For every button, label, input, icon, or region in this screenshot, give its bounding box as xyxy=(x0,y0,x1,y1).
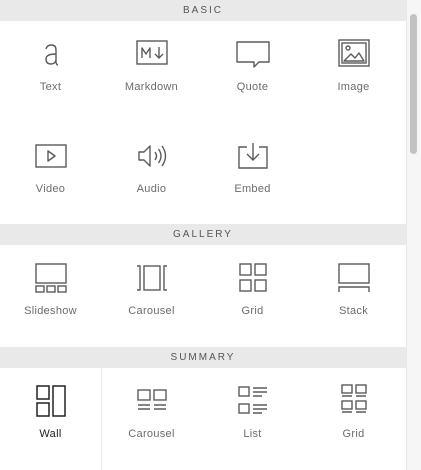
wall-icon xyxy=(0,384,101,418)
block-grid[interactable]: Grid xyxy=(202,245,303,346)
block-label: Wall xyxy=(39,428,62,440)
block-label: Embed xyxy=(234,183,271,195)
slideshow-icon xyxy=(0,261,101,295)
block-stack[interactable]: Stack xyxy=(303,245,404,346)
block-video[interactable]: Video xyxy=(0,123,101,224)
audio-icon xyxy=(101,139,202,173)
block-label: Carousel xyxy=(128,305,175,317)
section-header-basic: BASIC xyxy=(0,0,406,21)
block-label: Grid xyxy=(241,305,264,317)
block-label: Audio xyxy=(136,183,167,195)
grid-icon xyxy=(202,261,303,295)
block-summary-carousel[interactable]: Carousel xyxy=(101,368,202,469)
list-icon xyxy=(202,384,303,418)
scrollbar-thumb[interactable] xyxy=(410,14,417,154)
summary-grid-icon xyxy=(303,384,404,418)
block-summary-grid[interactable]: Grid xyxy=(303,368,404,469)
embed-icon xyxy=(202,139,303,173)
block-audio[interactable]: Audio xyxy=(101,123,202,224)
block-picker-panel: BASIC Text Markdown Quote Image Video Au… xyxy=(0,0,406,470)
section-title: BASIC xyxy=(182,5,223,16)
quote-icon xyxy=(202,37,303,71)
block-text[interactable]: Text xyxy=(0,21,101,122)
block-label: List xyxy=(243,428,262,440)
block-label: Carousel xyxy=(128,428,175,440)
block-label: Stack xyxy=(338,305,368,317)
block-markdown[interactable]: Markdown xyxy=(101,21,202,122)
block-label: Image xyxy=(337,81,370,93)
summary-carousel-icon xyxy=(101,384,202,418)
block-quote[interactable]: Quote xyxy=(202,21,303,122)
section-title: GALLERY xyxy=(173,229,233,240)
markdown-icon xyxy=(101,37,202,71)
block-label: Grid xyxy=(342,428,365,440)
block-label: Slideshow xyxy=(24,305,77,317)
stack-icon xyxy=(303,261,404,295)
block-label: Text xyxy=(39,81,62,93)
video-icon xyxy=(0,139,101,173)
block-label: Quote xyxy=(236,81,269,93)
block-label: Video xyxy=(35,183,66,195)
carousel-icon xyxy=(101,261,202,295)
text-icon xyxy=(0,37,101,71)
block-wall[interactable]: Wall xyxy=(0,368,102,470)
section-header-gallery: GALLERY xyxy=(0,224,406,245)
block-embed[interactable]: Embed xyxy=(202,123,303,224)
block-carousel[interactable]: Carousel xyxy=(101,245,202,346)
block-label: Markdown xyxy=(124,81,179,93)
block-slideshow[interactable]: Slideshow xyxy=(0,245,101,346)
block-image[interactable]: Image xyxy=(303,21,404,122)
image-icon xyxy=(303,37,404,71)
block-list[interactable]: List xyxy=(202,368,303,469)
section-title: SUMMARY xyxy=(170,352,236,363)
scrollbar[interactable] xyxy=(406,0,421,470)
section-header-summary: SUMMARY xyxy=(0,347,406,368)
